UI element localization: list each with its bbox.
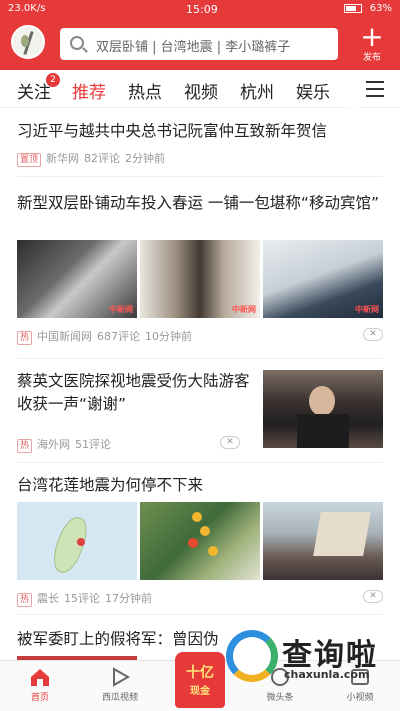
article-title: 台湾花莲地震为何停不下来 [17, 476, 204, 494]
play-icon [113, 667, 131, 687]
avatar[interactable] [11, 25, 45, 59]
list-item[interactable]: 新型双层卧铺动车投入春运 一铺一包堪称“移动宾馆” 中新网 中新网 中新网 热中… [0, 184, 400, 356]
cash-reward-button[interactable]: 十亿 现金 [175, 652, 225, 708]
article-image: 中新网 [140, 240, 260, 318]
close-icon[interactable]: ✕ [363, 328, 383, 341]
follow-badge: 2 [46, 73, 60, 87]
site-watermark: 查询啦 chaxunla.com [226, 628, 396, 690]
search-bar[interactable]: 双层卧铺 | 台湾地震 | 李小璐裤子 [60, 28, 338, 60]
list-item[interactable]: 台湾花莲地震为何停不下来 热震长 15评论 17分钟前 ✕ [0, 464, 400, 612]
channel-menu-icon[interactable] [366, 81, 384, 97]
watermark-logo-icon [226, 630, 278, 682]
channel-tabs: 关注 2 推荐 热点 视频 杭州 娱乐 [0, 70, 400, 108]
tab-video[interactable]: 视频 [184, 78, 218, 103]
close-icon[interactable]: ✕ [220, 436, 240, 449]
search-placeholder: 双层卧铺 | 台湾地震 | 李小璐裤子 [96, 40, 291, 55]
status-bar: 23.0K/s 15:09 63% [0, 0, 400, 18]
map-image [140, 502, 260, 580]
tab-entertainment[interactable]: 娱乐 [296, 78, 330, 103]
hot-tag: 热 [17, 439, 33, 453]
article-meta: 热震长 15评论 17分钟前 [17, 590, 157, 607]
article-meta: 热中国新闻网 687评论 10分钟前 [17, 328, 197, 345]
article-title: 习近平与越共中央总书记阮富仲互致新年贺信 [17, 122, 328, 140]
nav-video[interactable]: 西瓜视频 [90, 667, 150, 703]
publish-button[interactable]: + 发布 [355, 20, 389, 64]
list-item[interactable]: 习近平与越共中央总书记阮富仲互致新年贺信 置顶 新华网 82评论 2分钟前 [0, 108, 400, 174]
news-app: 23.0K/s 15:09 63% 双层卧铺 | 台湾地震 | 李小璐裤子 + … [0, 0, 400, 711]
article-image [263, 370, 383, 448]
close-icon[interactable]: ✕ [363, 590, 383, 603]
pinned-tag: 置顶 [17, 153, 42, 167]
nav-home[interactable]: 首页 [10, 667, 70, 703]
battery-level: 63% [369, 3, 392, 14]
hot-tag: 热 [17, 593, 33, 607]
hot-tag: 热 [17, 331, 33, 345]
article-title: 蔡英文医院探视地震受伤大陆游客 收获一声“谢谢” [17, 372, 250, 413]
tab-recommend[interactable]: 推荐 [72, 78, 106, 103]
article-image [263, 502, 383, 580]
article-image: 中新网 [17, 240, 137, 318]
search-icon [70, 36, 84, 50]
network-speed: 23.0K/s [8, 3, 46, 14]
article-meta: 热海外网 51评论 [17, 436, 116, 453]
list-item[interactable]: 蔡英文医院探视地震受伤大陆游客 收获一声“谢谢” 热海外网 51评论 ✕ [0, 360, 400, 460]
news-feed: 习近平与越共中央总书记阮富仲互致新年贺信 置顶 新华网 82评论 2分钟前 新型双层卧… [0, 108, 400, 660]
plus-icon: + [360, 20, 384, 53]
status-time: 15:09 [186, 3, 218, 16]
battery-icon [344, 4, 362, 13]
header-bar: 23.0K/s 15:09 63% 双层卧铺 | 台湾地震 | 李小璐裤子 + … [0, 0, 400, 70]
article-image: 中新网 [263, 240, 383, 318]
article-meta: 置顶 新华网 82评论 2分钟前 [17, 150, 170, 167]
home-icon [31, 669, 49, 686]
tab-hot[interactable]: 热点 [128, 78, 162, 103]
tab-hangzhou[interactable]: 杭州 [240, 78, 274, 103]
article-title: 新型双层卧铺动车投入春运 一铺一包堪称“移动宾馆” [17, 194, 379, 212]
map-image [17, 502, 137, 580]
